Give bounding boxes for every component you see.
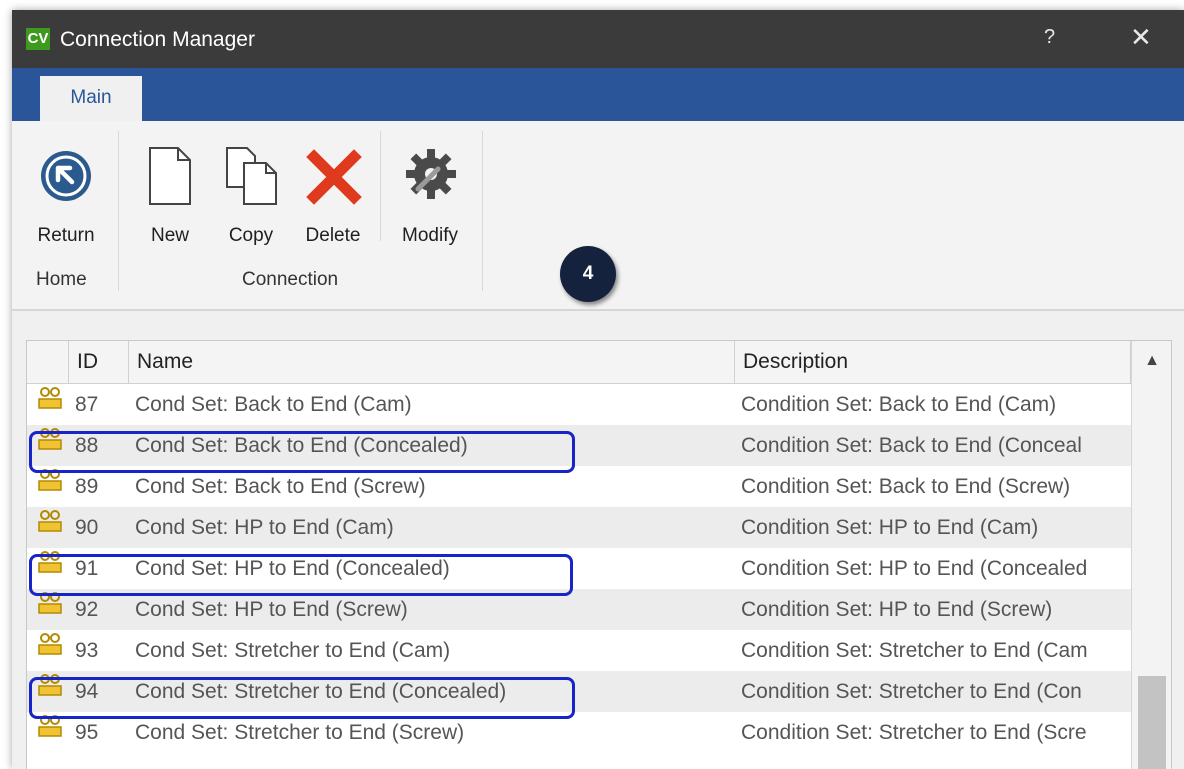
help-button[interactable]: ? [1044,26,1055,49]
connection-icon [37,630,67,671]
column-header-id[interactable]: ID [69,341,129,383]
new-button[interactable]: New [138,139,202,259]
window-title: Connection Manager [60,28,255,51]
delete-button[interactable]: Delete [296,139,370,259]
cell-description: Condition Set: Back to End (Screw) [741,475,1071,498]
copy-label: Copy [228,225,274,246]
app-logo: CV [26,28,50,50]
highlight-outline [29,554,573,596]
cell-description: Condition Set: Stretcher to End (Scre [741,721,1087,744]
cell-description: Condition Set: Back to End (Cam) [741,393,1057,416]
table-row[interactable]: 93 Cond Set: Stretcher to End (Cam) Cond… [27,630,1131,671]
ribbon-separator [482,131,483,291]
tab-main[interactable]: Main [40,76,142,122]
ribbon-separator [380,131,381,241]
cell-name: Cond Set: Back to End (Cam) [135,393,412,416]
new-document-icon [149,147,191,205]
group-label-connection: Connection [242,269,339,290]
highlight-outline [29,677,575,719]
cell-id: 93 [75,639,99,662]
connection-manager-window: CV Connection Manager ? ✕ Main Return Ne… [12,10,1184,769]
cell-description: Condition Set: HP to End (Concealed [741,557,1088,580]
highlight-outline [29,431,575,473]
cell-name: Cond Set: HP to End (Cam) [135,516,394,539]
ribbon-tab-bar [12,68,1184,121]
vertical-scrollbar[interactable]: ▲ [1131,341,1171,769]
cell-name: Cond Set: Stretcher to End (Cam) [135,639,451,662]
copy-button[interactable]: Copy [218,139,284,259]
delete-x-icon [306,149,362,205]
modify-button[interactable]: Modify [390,139,470,259]
scroll-up-arrow-icon[interactable]: ▲ [1132,341,1171,381]
cell-description: Condition Set: Back to End (Conceal [741,434,1082,457]
table-header: ID Name Description [27,341,1131,384]
connections-table: ID Name Description 87 Cond Set: Back to… [26,340,1172,769]
return-icon [41,151,91,201]
column-header-name[interactable]: Name [129,341,735,383]
delete-label: Delete [305,225,361,246]
cell-description: Condition Set: HP to End (Cam) [741,516,1039,539]
close-button[interactable]: ✕ [1130,22,1152,53]
cell-description: Condition Set: HP to End (Screw) [741,598,1053,621]
table-row[interactable]: 90 Cond Set: HP to End (Cam) Condition S… [27,507,1131,548]
connection-icon [37,384,67,425]
column-header-description[interactable]: Description [735,341,1131,383]
ribbon-separator [118,131,119,291]
title-bar: CV Connection Manager ? ✕ [12,10,1184,68]
modify-label: Modify [402,225,458,246]
step-number-badge: 4 [560,246,616,302]
table-row[interactable]: 87 Cond Set: Back to End (Cam) Condition… [27,384,1131,425]
cell-id: 87 [75,393,99,416]
return-button[interactable]: Return [30,139,102,259]
gear-wrench-icon [406,149,456,199]
connection-icon [37,507,67,548]
copy-icon [226,147,277,205]
return-label: Return [37,225,95,246]
scrollbar-thumb[interactable] [1138,676,1166,769]
cell-id: 90 [75,516,99,539]
cell-description: Condition Set: Stretcher to End (Con [741,680,1082,703]
new-label: New [150,225,189,246]
header-icon-column [27,341,69,383]
cell-description: Condition Set: Stretcher to End (Cam [741,639,1088,662]
group-label-home: Home [36,269,87,290]
